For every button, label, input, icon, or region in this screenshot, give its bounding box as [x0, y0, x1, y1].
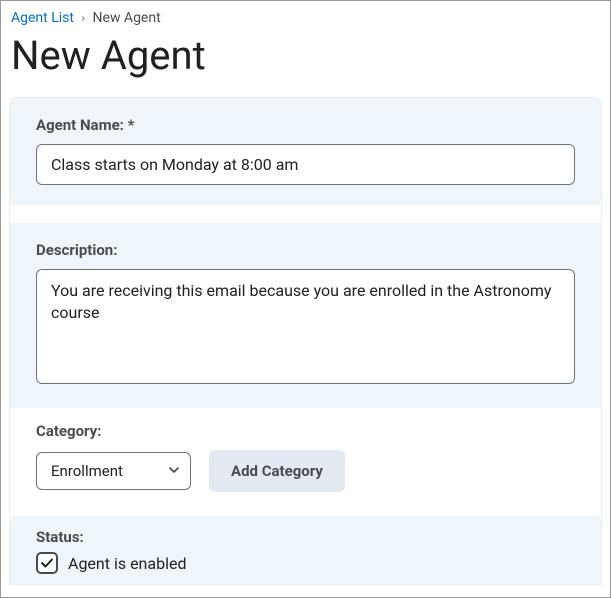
description-label: Description: [36, 241, 575, 259]
spacer [10, 205, 601, 223]
chevron-down-icon [168, 462, 180, 480]
app-frame: Agent List › New Agent New Agent Agent N… [0, 0, 611, 598]
description-input[interactable]: You are receiving this email because you… [36, 269, 575, 384]
status-label: Status: [36, 528, 575, 546]
category-row: Enrollment Add Category [36, 450, 575, 492]
agent-name-input[interactable] [36, 144, 575, 185]
status-block: Status: Agent is enabled [10, 516, 601, 584]
category-label: Category: [36, 422, 575, 440]
agent-enabled-checkbox[interactable] [36, 552, 58, 574]
status-checkbox-row: Agent is enabled [36, 552, 575, 574]
page-title: New Agent [11, 32, 600, 79]
agent-enabled-label: Agent is enabled [68, 554, 186, 573]
breadcrumb: Agent List › New Agent [1, 1, 610, 30]
breadcrumb-current: New Agent [93, 10, 161, 26]
agent-name-block: Agent Name: * [10, 98, 601, 205]
category-select[interactable]: Enrollment [36, 452, 191, 490]
add-category-button[interactable]: Add Category [209, 450, 345, 492]
category-block: Category: Enrollment Add Category [10, 408, 601, 498]
spacer [10, 498, 601, 516]
category-selected-value: Enrollment [51, 462, 123, 480]
breadcrumb-separator: › [81, 11, 85, 25]
breadcrumb-parent-link[interactable]: Agent List [11, 10, 74, 26]
form-panel: Agent Name: * Description: You are recei… [9, 97, 602, 585]
agent-name-label: Agent Name: * [36, 116, 575, 134]
checkmark-icon [40, 556, 54, 570]
description-block: Description: You are receiving this emai… [10, 223, 601, 408]
